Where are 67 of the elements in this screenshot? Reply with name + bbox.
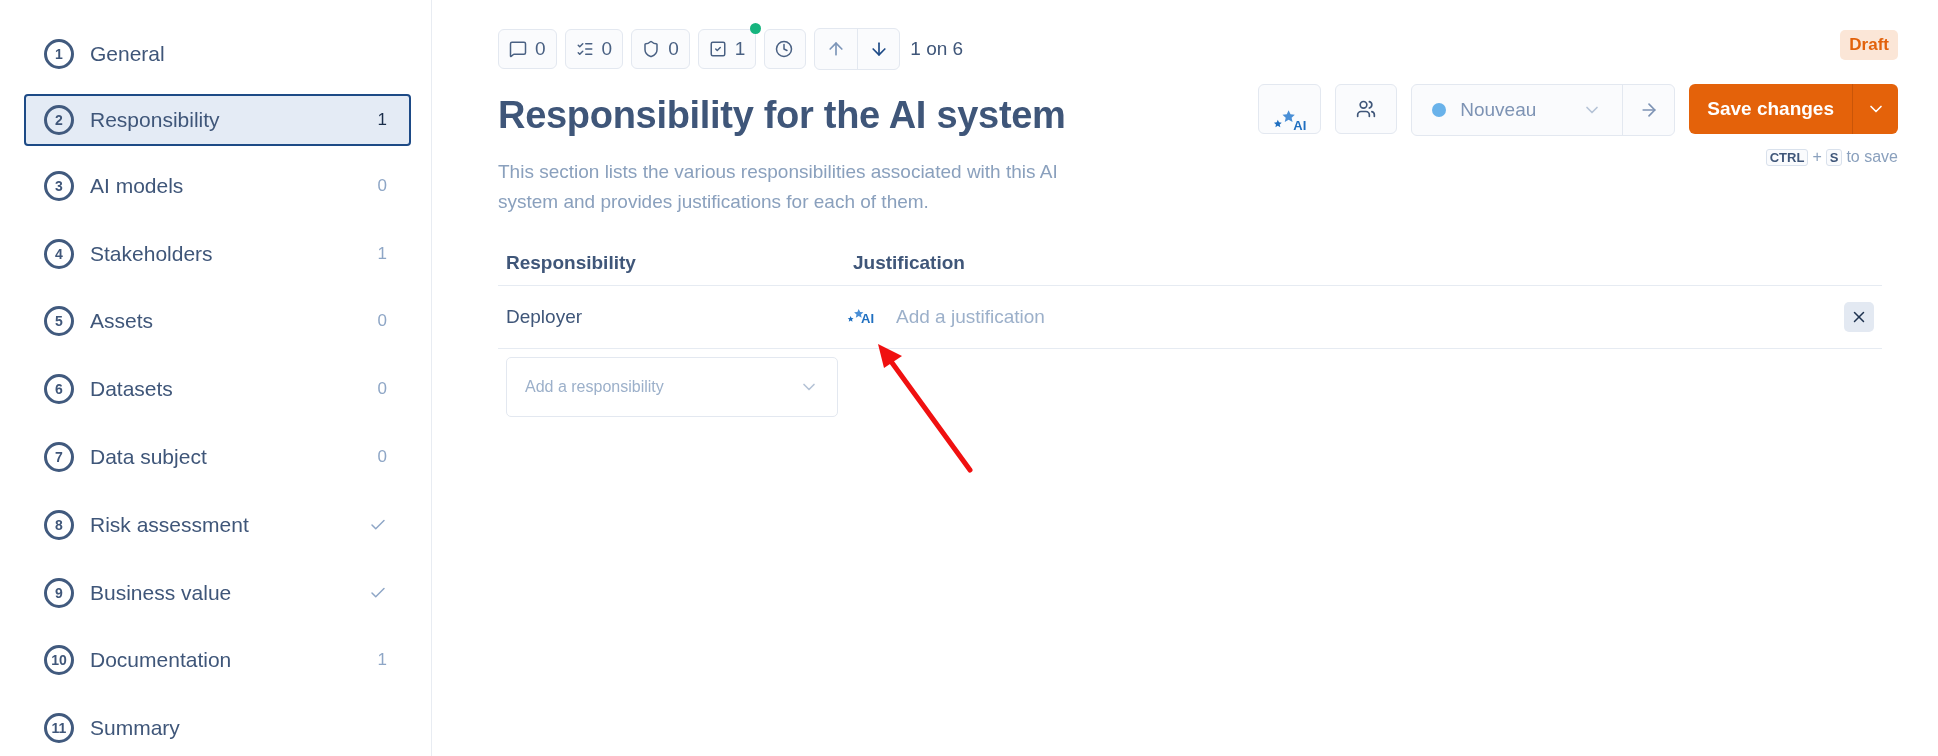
sidebar-item[interactable]: 5 Assets 0 [24, 293, 411, 350]
history-button[interactable] [764, 29, 807, 69]
step-number: 9 [44, 577, 74, 608]
sidebar-item[interactable]: 6 Datasets 0 [24, 361, 411, 418]
ai-assist-button[interactable]: AI [845, 306, 876, 328]
column-header: Justification [852, 252, 965, 274]
plus-sign: + [1812, 148, 1822, 166]
delete-button[interactable] [1844, 302, 1874, 332]
step-label: Summary [90, 716, 181, 741]
step-count: 1 [377, 243, 387, 264]
table-cell-text: Deployer [505, 306, 584, 328]
step-label: Stakeholders [90, 241, 214, 266]
step-count: 1 [377, 109, 387, 130]
step-number: 1 [44, 38, 74, 69]
sidebar-item[interactable]: 11 Summary [24, 700, 411, 756]
step-count: 0 [377, 175, 387, 196]
counter-button[interactable]: 0 [498, 29, 557, 69]
ai-assist-button[interactable]: AI [1258, 84, 1322, 134]
step-label: Datasets [90, 377, 174, 402]
checklist-icon [575, 40, 594, 58]
step-label: General [90, 41, 166, 66]
step-label: Risk assessment [90, 512, 250, 537]
status-badge: Draft [1840, 30, 1898, 60]
step-number: 2 [44, 104, 74, 135]
step-label: AI models [90, 173, 185, 198]
sidebar-item[interactable]: 7 Data subject 0 [24, 429, 411, 485]
sidebar-item[interactable]: 2 Responsibility 1 [24, 93, 411, 146]
sidebar-item[interactable]: 1 General [24, 26, 411, 82]
page-title: Responsibility for the AI system [498, 94, 1067, 137]
sidebar-item[interactable]: 10 Documentation 1 [24, 632, 411, 689]
step-count: 0 [377, 446, 387, 467]
sidebar-item[interactable]: 8 Risk assessment [24, 496, 411, 553]
step-label: Responsibility [90, 107, 221, 132]
step-number: 8 [44, 509, 74, 540]
shortcut-hint: to save [1846, 148, 1898, 166]
keyboard-key: CTRL [1765, 148, 1809, 166]
justification-field[interactable]: Add a justification [894, 305, 1844, 329]
section-description: This section lists the various responsibilities associated with this AI system and provides justifications for each of them. [498, 160, 1059, 214]
step-number: 5 [44, 306, 74, 337]
sidebar-item[interactable]: 4 Stakeholders 1 [24, 225, 411, 282]
step-count: 0 [377, 379, 387, 400]
step-label: Data subject [90, 444, 208, 469]
position-text: 1 on 6 [910, 38, 964, 60]
clock-icon [775, 40, 794, 58]
step-number: 7 [44, 441, 74, 472]
users-icon [1356, 99, 1377, 119]
counter-button[interactable]: 1 [697, 29, 757, 69]
keyboard-key: S [1825, 148, 1843, 166]
step-number: 6 [44, 374, 74, 405]
step-number: 3 [44, 170, 74, 201]
step-label: Documentation [90, 648, 233, 673]
step-label: Assets [90, 309, 155, 334]
step-count: 0 [377, 311, 387, 332]
step-number: 10 [44, 645, 74, 676]
step-number: 11 [44, 713, 74, 744]
comment-icon [509, 40, 527, 58]
step-number: 4 [44, 238, 74, 269]
step-label: Business value [90, 580, 233, 605]
sidebar-item[interactable]: 3 AI models 0 [24, 157, 411, 214]
people-button[interactable] [1335, 84, 1398, 134]
column-header: Responsibility [505, 252, 637, 274]
counter-button[interactable]: 0 [631, 29, 690, 69]
step-count: 1 [377, 650, 387, 671]
counter-button[interactable]: 0 [564, 29, 624, 69]
checkbox-icon [708, 40, 727, 58]
shield-icon [642, 40, 661, 58]
sidebar-item[interactable]: 9 Business value [24, 564, 411, 621]
